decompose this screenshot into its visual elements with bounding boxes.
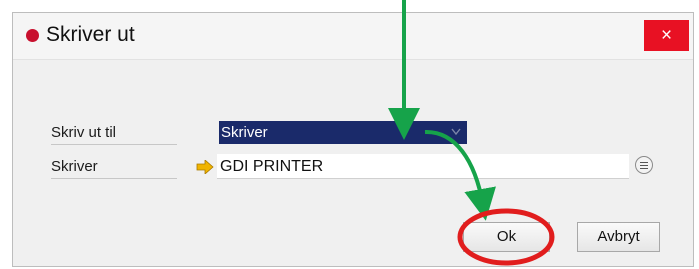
printer-label: Skriver [51,155,177,179]
printer-field[interactable]: GDI PRINTER [217,154,629,179]
close-icon: × [660,25,673,46]
lookup-bar [640,165,648,166]
printer-value: GDI PRINTER [220,158,324,175]
list-lookup-icon[interactable] [635,156,653,174]
dialog-title: Skriver ut [46,23,135,46]
lookup-bar [640,168,648,169]
screenshot-stage: Skriver ut × Skriv ut til Skriver Skrive… [0,0,699,269]
chevron-down-icon [451,128,461,136]
print-dialog: Skriver ut × Skriv ut til Skriver Skrive… [12,12,694,267]
red-dot-icon [26,29,39,42]
print-to-value: Skriver [221,124,268,141]
print-to-label: Skriv ut til [51,121,177,145]
lookup-bar [640,162,648,163]
close-button[interactable]: × [644,20,689,51]
cancel-button[interactable]: Avbryt [577,222,660,252]
arrow-right-icon [196,160,214,174]
dialog-titlebar: Skriver ut × [13,13,693,60]
print-to-select[interactable]: Skriver [219,121,467,144]
ok-button[interactable]: Ok [463,222,550,252]
